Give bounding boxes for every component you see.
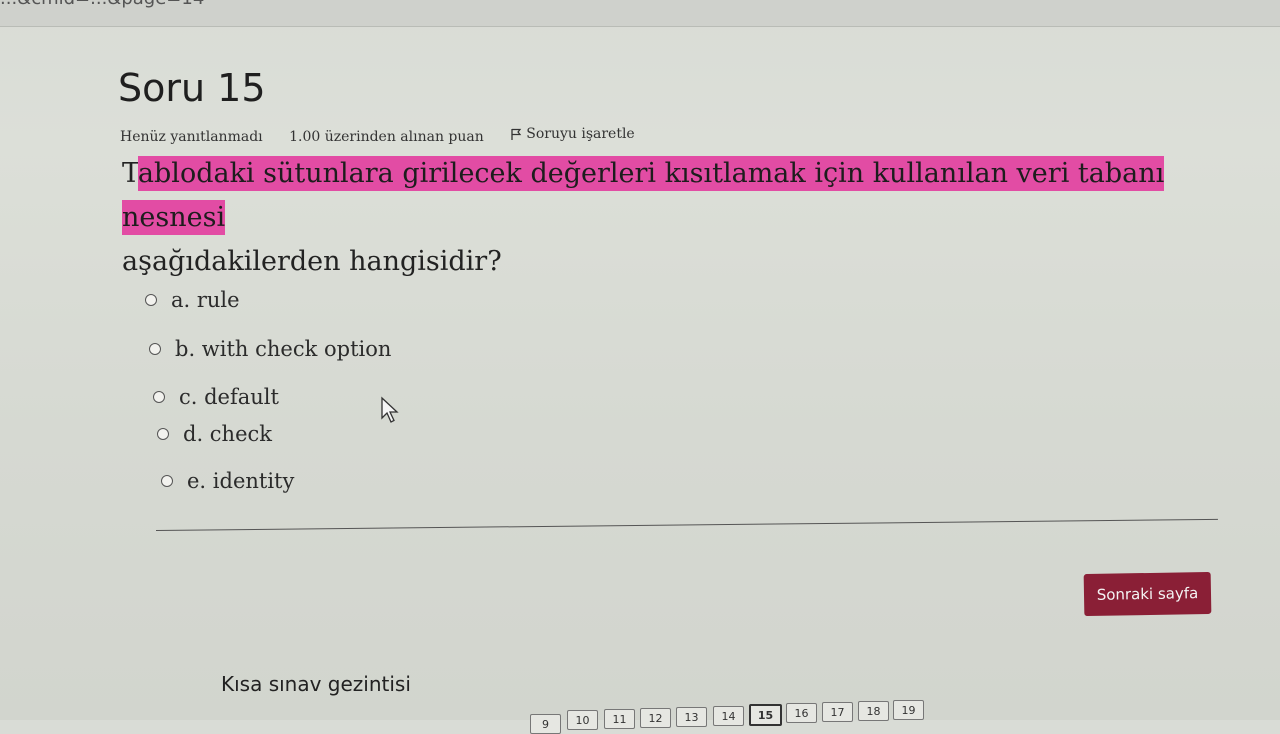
question-info: Henüz yanıtlanmadı 1.00 üzerinden alınan… xyxy=(120,126,679,145)
quiz-nav-page-button[interactable]: 14 xyxy=(713,706,744,726)
quiz-navigation-title: Kısa sınav gezintisi xyxy=(221,672,411,696)
option-a[interactable]: a. rule xyxy=(145,288,240,312)
quiz-nav-page-button[interactable]: 18 xyxy=(858,701,889,721)
quiz-nav-page-button[interactable]: 17 xyxy=(822,702,853,722)
flag-icon xyxy=(511,128,522,140)
mouse-cursor-icon xyxy=(381,396,399,423)
question-text-first-letter: T xyxy=(122,158,138,189)
points-info: 1.00 üzerinden alınan puan xyxy=(289,128,484,145)
quiz-nav-page-button[interactable]: 10 xyxy=(567,710,598,730)
radio-button[interactable] xyxy=(153,391,165,403)
quiz-nav-page-button-current[interactable]: 15 xyxy=(749,704,782,726)
radio-button[interactable] xyxy=(149,343,161,355)
radio-button[interactable] xyxy=(161,475,173,487)
divider xyxy=(155,518,1218,531)
question-text: Tablodaki sütunlara girilecek değerleri … xyxy=(122,152,1202,284)
next-page-button[interactable]: Sonraki sayfa xyxy=(1083,571,1212,617)
option-e[interactable]: e. identity xyxy=(161,469,294,493)
highlighted-question-text: ablodaki sütunlara girilecek değerleri k… xyxy=(122,156,1165,235)
option-b[interactable]: b. with check option xyxy=(149,337,391,361)
option-label: a. rule xyxy=(171,288,240,312)
option-label: d. check xyxy=(183,422,272,446)
radio-button[interactable] xyxy=(157,428,169,440)
option-label: b. with check option xyxy=(175,337,392,361)
quiz-nav-page-button[interactable]: 19 xyxy=(893,700,924,720)
flag-question-link[interactable]: Soruyu işaretle xyxy=(510,126,656,142)
quiz-nav-page-button[interactable]: 12 xyxy=(640,708,671,728)
question-title: Soru 15 xyxy=(118,66,266,110)
option-d[interactable]: d. check xyxy=(157,422,272,446)
flag-label: Soruyu işaretle xyxy=(526,126,635,142)
quiz-nav-page-button[interactable]: 13 xyxy=(676,707,707,727)
browser-address-bar[interactable]: ...&cmid=...&page=14 xyxy=(0,0,1280,27)
quiz-nav-page-button[interactable]: 16 xyxy=(786,703,817,723)
option-c[interactable]: c. default xyxy=(153,385,279,409)
radio-button[interactable] xyxy=(145,294,157,306)
answer-status: Henüz yanıtlanmadı xyxy=(120,128,263,145)
question-text-rest: aşağıdakilerden hangisidir? xyxy=(122,246,502,277)
url-text: ...&cmid=...&page=14 xyxy=(0,0,204,9)
quiz-nav-page-button[interactable]: 9 xyxy=(530,714,561,734)
option-label: c. default xyxy=(179,385,279,409)
quiz-navigation-buttons: 9 10 11 12 13 14 15 16 17 18 19 xyxy=(340,700,960,734)
quiz-nav-page-button[interactable]: 11 xyxy=(604,709,635,729)
option-label: e. identity xyxy=(187,469,295,493)
